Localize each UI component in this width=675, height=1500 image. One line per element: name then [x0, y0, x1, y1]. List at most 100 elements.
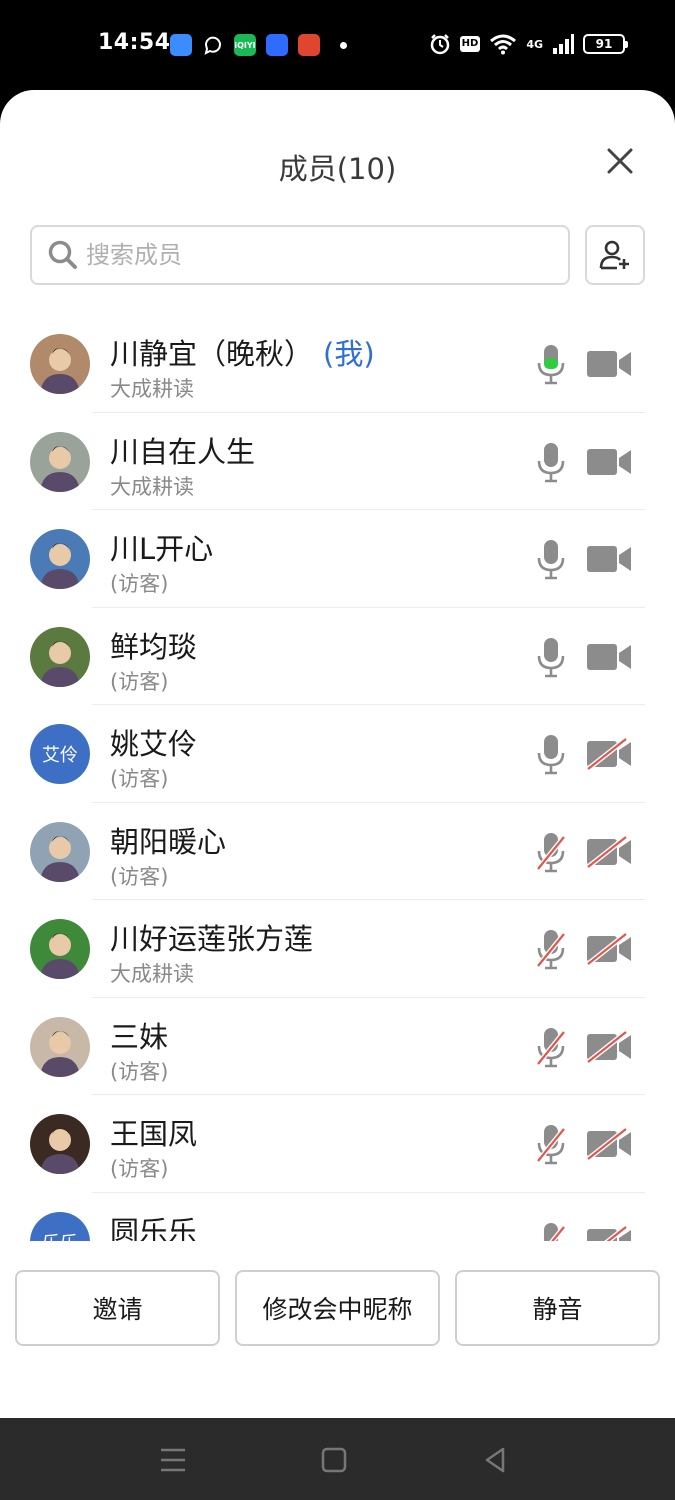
member-list[interactable]: 川静宜（晚秋） (我) 大成耕读 川自在人生 大成耕读 川L开心 (访客) 鲜均琰 (访客) 艾伶…	[0, 315, 675, 1241]
avatar	[30, 919, 90, 979]
member-row[interactable]: 川L开心 (访客)	[0, 510, 675, 608]
notification-icons: iQIYI	[170, 33, 347, 57]
blue-logo-icon	[266, 34, 288, 56]
member-row[interactable]: 鲜均琰 (访客)	[0, 608, 675, 705]
camera-icon[interactable]	[586, 348, 632, 380]
signal-icon	[553, 34, 574, 54]
wifi-icon	[490, 34, 517, 55]
member-name-text: 川静宜（晚秋）	[110, 337, 314, 371]
avatar	[30, 821, 90, 882]
red-app-icon	[298, 34, 320, 56]
members-sheet: 成员(10) 川静宜（晚秋）(我)大成耕读川自在人生大成耕读川L开心(访客)鲜均…	[0, 90, 675, 1418]
battery-icon: 91	[583, 34, 628, 54]
mute-all-button[interactable]: 静音	[455, 1270, 660, 1346]
avatar	[30, 529, 90, 589]
member-row[interactable]: 三妹 (访客)	[0, 998, 675, 1095]
invite-button[interactable]: 邀请	[15, 1270, 220, 1346]
mic-off-icon[interactable]	[536, 1123, 566, 1165]
avatar	[30, 1016, 90, 1077]
member-role: (访客)	[110, 864, 169, 889]
blue-app-icon	[170, 34, 192, 56]
camera-off-icon[interactable]	[586, 932, 632, 966]
member-role: 大成耕读	[110, 377, 194, 401]
member-name: 三妹	[110, 1014, 168, 1056]
camera-off-icon[interactable]	[586, 834, 632, 869]
member-name-text: 圆乐乐	[110, 1214, 198, 1242]
mic-off-icon[interactable]	[536, 831, 566, 873]
home-icon[interactable]	[316, 1442, 352, 1478]
member-name-text: 王国凤	[110, 1117, 198, 1151]
member-name-text: 朝阳暖心	[110, 824, 227, 859]
rename-button[interactable]: 修改会中昵称	[235, 1270, 440, 1346]
back-icon[interactable]	[477, 1442, 513, 1478]
member-role: (访客)	[110, 572, 169, 596]
avatar	[30, 1114, 90, 1174]
action-bar: 邀请 修改会中昵称 静音	[0, 1270, 675, 1350]
member-name-text: 鲜均琰	[110, 629, 198, 664]
recents-icon[interactable]	[155, 1442, 191, 1478]
member-row[interactable]: 王国凤 (访客)	[0, 1095, 675, 1193]
member-name: 川好运莲张方莲	[110, 916, 313, 958]
member-name: 朝阳暖心	[110, 819, 226, 861]
member-row[interactable]: 川好运莲张方莲大成耕读	[0, 900, 675, 998]
camera-icon[interactable]	[586, 446, 632, 478]
member-role: (访客)	[110, 1157, 169, 1181]
camera-off-icon[interactable]	[586, 1127, 632, 1161]
chat-bubble-icon	[202, 34, 224, 56]
hd-badge: HD	[459, 36, 481, 52]
avatar	[30, 431, 90, 492]
member-name-text: 川L开心	[110, 532, 214, 566]
close-button[interactable]	[603, 144, 637, 178]
member-role: (访客)	[110, 1059, 169, 1084]
avatar-initials: 艾伶	[42, 745, 78, 766]
mic-off-icon[interactable]	[536, 928, 566, 970]
member-row[interactable]: 川自在人生 大成耕读	[0, 413, 675, 510]
member-role: 大成耕读	[110, 474, 194, 499]
iqiyi-icon: iQIYI	[234, 34, 256, 56]
mic-icon[interactable]	[536, 733, 566, 775]
avatar	[30, 626, 90, 687]
member-name: 姚艾伶	[110, 721, 197, 763]
add-member-button[interactable]	[585, 225, 645, 285]
mic-off-icon[interactable]	[536, 1026, 566, 1068]
camera-off-icon[interactable]	[586, 1029, 632, 1064]
avatar	[30, 334, 90, 394]
member-name: 王国凤	[110, 1111, 197, 1153]
mic-icon[interactable]	[536, 538, 566, 580]
search-icon	[48, 240, 77, 269]
search-box[interactable]	[30, 225, 570, 285]
status-bar: 14:54 iQIYI HD 4G 91	[0, 0, 675, 90]
member-row[interactable]: 乐乐 圆乐乐	[0, 1193, 675, 1242]
member-name: 川自在人生	[110, 429, 255, 471]
member-role: (访客)	[110, 767, 169, 791]
camera-icon[interactable]	[586, 641, 632, 673]
member-name-text: 川好运莲张方莲	[110, 922, 314, 956]
alarm-icon	[430, 34, 449, 55]
member-name-text: 川自在人生	[110, 434, 256, 469]
status-time: 14:54	[98, 30, 171, 55]
member-row[interactable]: 艾伶 姚艾伶 (访客)	[0, 705, 675, 803]
avatar: 乐乐	[30, 1211, 90, 1241]
avatar: 艾伶	[30, 724, 90, 784]
member-row[interactable]: 朝阳暖心 (访客)	[0, 803, 675, 900]
camera-icon[interactable]	[586, 543, 632, 575]
mic-icon[interactable]	[536, 636, 566, 678]
member-row[interactable]: 川静宜（晚秋） (我) 大成耕读	[0, 315, 675, 413]
member-name-text: 三妹	[110, 1019, 169, 1054]
member-name: 鲜均琰	[110, 624, 197, 666]
mic-icon[interactable]	[536, 343, 566, 385]
member-name: 川静宜（晚秋） (我)	[110, 331, 375, 373]
more-notifications-dot	[340, 41, 347, 49]
me-tag: (我)	[323, 337, 375, 371]
search-input[interactable]	[86, 241, 568, 269]
camera-off-icon[interactable]	[586, 737, 632, 771]
member-role: (访客)	[110, 669, 169, 694]
member-name: 川L开心	[110, 526, 213, 568]
member-role: 大成耕读	[110, 962, 194, 986]
mic-off-icon[interactable]	[536, 1221, 566, 1241]
add-person-icon	[599, 240, 629, 270]
close-icon	[607, 148, 633, 174]
mic-icon[interactable]	[536, 441, 566, 483]
system-indicators: HD 4G 91	[429, 31, 628, 57]
camera-off-icon[interactable]	[586, 1224, 632, 1241]
